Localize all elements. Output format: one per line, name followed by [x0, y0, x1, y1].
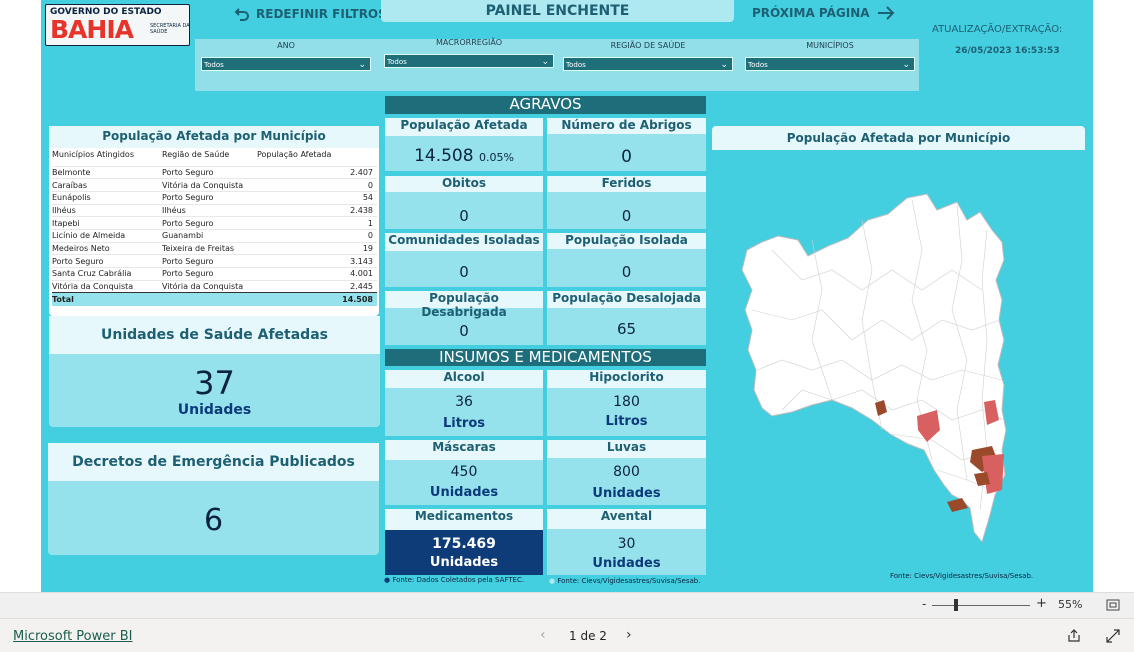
update-value: 26/05/2023 16:53:53 [955, 46, 1060, 56]
zoom-level: 55% [1058, 598, 1083, 611]
filter-municipios-select[interactable]: Todos ⌄ [745, 57, 915, 71]
kpi-hipoclorito: Hipoclorito 180 Litros [547, 370, 706, 436]
undo-arrow-icon [234, 8, 249, 21]
table-row[interactable]: Itapebi Porto Seguro 1 [52, 216, 377, 230]
prev-page-icon[interactable]: ‹ [540, 627, 546, 643]
share-icon[interactable] [1067, 629, 1081, 643]
insumos-header: INSUMOS E MEDICAMENTOS [385, 349, 706, 366]
zoom-bar: - + 55% [0, 592, 1134, 618]
filter-municipios: MUNICÍPIOS Todos ⌄ [745, 39, 915, 71]
table-row[interactable]: Vitória da Conquista Vitória da Conquista… [52, 279, 377, 293]
power-bi-link[interactable]: Microsoft Power BI [13, 629, 132, 644]
table-row[interactable]: Santa Cruz Cabrália Porto Seguro 4.001 [52, 267, 377, 281]
next-page-label: PRÓXIMA PÁGINA [752, 6, 870, 20]
col-header-populacao[interactable]: População Afetada [257, 148, 377, 166]
filter-ano-select[interactable]: Todos ⌄ [201, 57, 371, 71]
agravos-header: AGRAVOS [385, 96, 706, 114]
bahia-logo: GOVERNO DO ESTADO BAHIA SECRETARIA DA SA… [45, 4, 190, 46]
health-units-card: Unidades de Saúde Afetadas 37 Unidades [49, 316, 380, 427]
population-table-title: População Afetada por Município [49, 126, 379, 148]
chevron-down-icon: ⌄ [720, 60, 728, 70]
zoom-out-button[interactable]: - [922, 597, 926, 611]
kpi-medicamentos[interactable]: Medicamentos 175.469 Unidades [385, 509, 543, 575]
kpi-feridos: Feridos 0 [547, 176, 706, 229]
filter-macrorregiao-select[interactable]: Todos ⌄ [384, 54, 554, 68]
next-page-icon[interactable]: › [626, 627, 632, 643]
page-title: PAINEL ENCHENTE [381, 0, 734, 22]
table-row[interactable]: Caraíbas Vitória da Conquista 0 [52, 178, 377, 192]
population-table[interactable]: Municípios Atingidos Região de Saúde Pop… [52, 148, 377, 306]
table-total-row: Total 14.508 [52, 292, 377, 306]
chevron-down-icon: ⌄ [541, 57, 549, 67]
zoom-slider[interactable] [932, 605, 1030, 606]
table-row[interactable]: Medeiros Neto Teixeira de Freitas 19 [52, 241, 377, 255]
reset-filters-button[interactable]: REDEFINIR FILTROS [234, 6, 387, 22]
table-row[interactable]: Ilhéus Ilhéus 2.438 [52, 203, 377, 217]
col-header-regiao[interactable]: Região de Saúde [162, 148, 257, 166]
health-units-unit: Unidades [177, 402, 252, 418]
reset-filters-label: REDEFINIR FILTROS [256, 7, 387, 21]
filter-panel: ANO Todos ⌄ MACRORREGIÃO Todos ⌄ REGIÃO DE… [195, 36, 919, 91]
kpi-obitos: Obitos 0 [385, 176, 543, 229]
fullscreen-icon[interactable] [1106, 629, 1120, 643]
fit-page-icon[interactable] [1106, 599, 1120, 611]
population-table-card: População Afetada por Município Municípi… [49, 126, 379, 316]
chevron-down-icon: ⌄ [902, 60, 910, 70]
bahia-map[interactable] [712, 150, 1085, 570]
table-row[interactable]: Porto Seguro Porto Seguro 3.143 [52, 254, 377, 268]
kpi-luvas: Luvas 800 Unidades [547, 440, 706, 505]
kpi-avental: Avental 30 Unidades [547, 509, 706, 575]
source-saftec: ● Fonte: Dados Coletados pela SAFTEC. [384, 576, 525, 584]
kpi-pop-afetada: População Afetada 14.508 0.05% [385, 118, 543, 171]
table-row[interactable]: Eunápolis Porto Seguro 54 [52, 190, 377, 205]
decrees-card: Decretos de Emergência Publicados 6 [48, 443, 379, 555]
kpi-pop-isolada: População Isolada 0 [547, 233, 706, 287]
health-units-value: 37 [194, 364, 235, 402]
source-cievs: ● Fonte: Cievs/Vigidesastres/Suvisa/Sesa… [549, 577, 701, 585]
decrees-value: 6 [203, 503, 224, 538]
zoom-in-button[interactable]: + [1036, 596, 1047, 611]
filter-ano: ANO Todos ⌄ [201, 39, 371, 71]
filter-regiao-saude-select[interactable]: Todos ⌄ [563, 57, 733, 71]
kpi-pop-desabrigada: População Desabrigada 0 [385, 291, 543, 345]
col-header-municipio[interactable]: Municípios Atingidos [52, 148, 162, 166]
zoom-slider-handle[interactable] [954, 599, 958, 611]
page-indicator: 1 de 2 [569, 629, 607, 643]
chevron-down-icon: ⌄ [358, 60, 366, 70]
map-card: População Afetada por Município Fonte: C… [712, 126, 1085, 586]
kpi-mascaras: Máscaras 450 Unidades [385, 440, 543, 505]
decrees-title: Decretos de Emergência Publicados [48, 443, 379, 481]
footer-bar: Microsoft Power BI ‹ 1 de 2 › [0, 618, 1134, 652]
kpi-comunidades-isoladas: Comunidades Isoladas 0 [385, 233, 543, 287]
map-title: População Afetada por Município [712, 126, 1085, 150]
arrow-right-icon [877, 6, 894, 20]
filter-regiao-saude: REGIÃO DE SAÚDE Todos ⌄ [563, 39, 733, 71]
update-label: ATUALIZAÇÃO/EXTRAÇÃO: [932, 24, 1063, 35]
next-page-button[interactable]: PRÓXIMA PÁGINA [752, 5, 896, 21]
map-source: Fonte: Cievs/Vigidesastres/Suvisa/Sesab. [890, 572, 1034, 580]
kpi-pop-desalojada: População Desalojada 65 [547, 291, 706, 345]
filter-macrorregiao: MACRORREGIÃO Todos ⌄ [384, 36, 554, 68]
kpi-abrigos: Número de Abrigos 0 [547, 118, 706, 171]
table-row[interactable]: Licínio de Almeida Guanambi 0 [52, 228, 377, 243]
kpi-alcool: Alcool 36 Litros [385, 370, 543, 436]
table-row[interactable]: Belmonte Porto Seguro 2.407 [52, 165, 377, 179]
health-units-title: Unidades de Saúde Afetadas [49, 316, 380, 354]
